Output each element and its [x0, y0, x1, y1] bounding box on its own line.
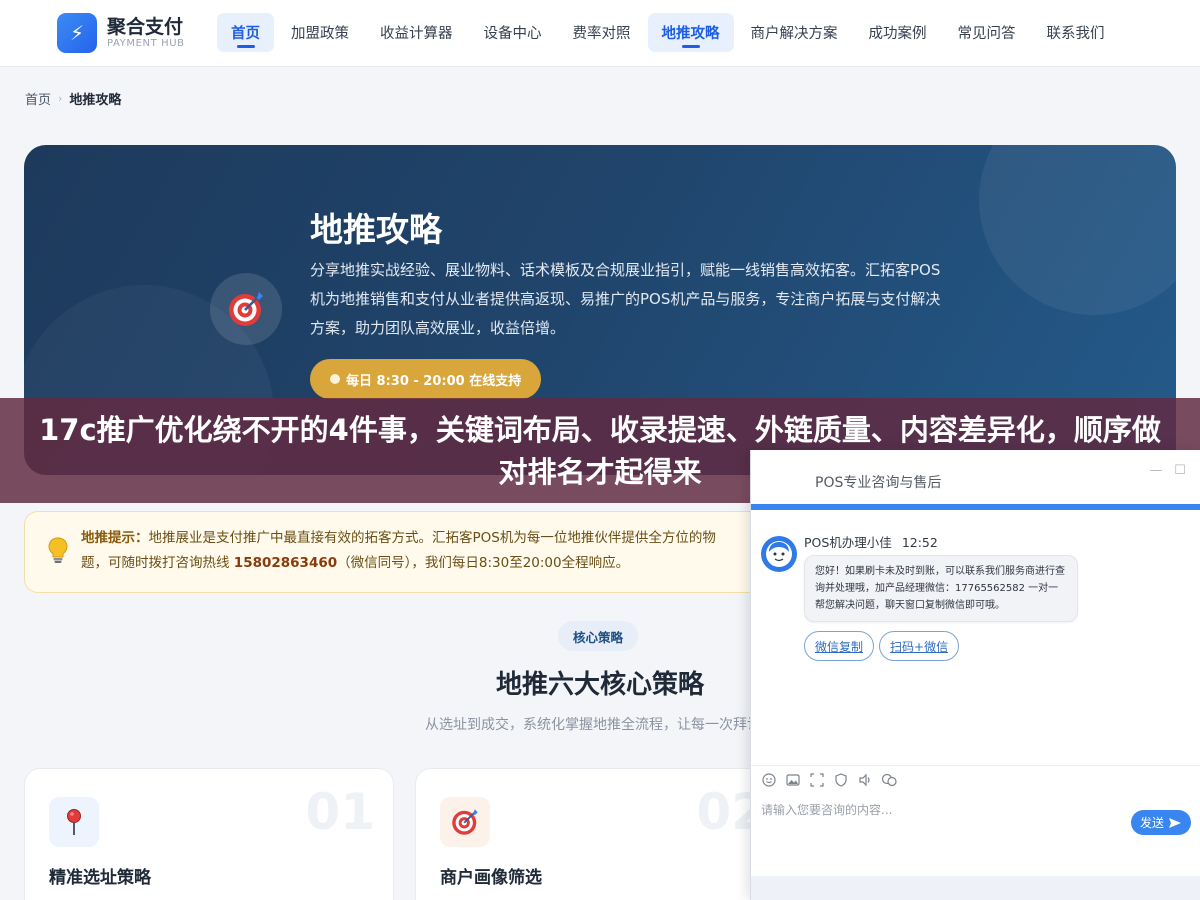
nav-item-franchise[interactable]: 加盟政策 [277, 13, 363, 52]
send-button-label: 发送 [1139, 816, 1164, 830]
agent-avatar [761, 536, 797, 572]
chat-history-icon[interactable] [881, 772, 897, 788]
rating-icon[interactable] [833, 772, 849, 788]
status-dot-icon [330, 374, 340, 384]
card-title: 精准选址策略 [49, 868, 151, 888]
chat-title: POS专业咨询与售后 [815, 475, 942, 491]
scan-add-wechat-button[interactable]: 扫码+微信 [879, 631, 960, 661]
breadcrumb-home[interactable]: 首页 [25, 89, 51, 108]
hero-title: 地推攻略 [310, 210, 442, 249]
pin-icon [49, 797, 99, 847]
nav-item-rates[interactable]: 费率对照 [559, 13, 645, 52]
nav-item-home[interactable]: 首页 [217, 13, 274, 52]
support-hours-badge: 每日 8:30 - 20:00 在线支持 [310, 359, 542, 399]
target-icon [210, 273, 282, 345]
lightning-icon: ⚡ [57, 13, 97, 53]
nav-item-calculator[interactable]: 收益计算器 [366, 13, 467, 52]
site-header: ⚡ 聚合支付 PAYMENT HUB 首页 加盟政策 收益计算器 设备中心 费率… [0, 0, 1200, 67]
card-number: 01 [305, 783, 375, 841]
hotline-phone[interactable]: 15802863460 [234, 555, 337, 571]
logo-title: 聚合支付 [107, 16, 184, 38]
message-time: 12:52 [901, 535, 938, 550]
image-icon[interactable] [785, 772, 801, 788]
copy-wechat-button[interactable]: 微信复制 [804, 631, 875, 661]
nav-item-cases[interactable]: 成功案例 [855, 13, 941, 52]
strategy-card[interactable]: 01 精准选址策略 [24, 768, 394, 900]
breadcrumb-current: 地推攻略 [69, 93, 122, 108]
section-tag: 核心策略 [558, 621, 639, 651]
tip-text-part1: 地推展业是支付推广中最直接有效的拓客方式。汇拓客POS机为每一位地推伙伴提供全方… [148, 530, 716, 546]
hero-description: 分享地推实战经验、展业物料、话术模板及合规展业指引，赋能一线销售高效拓客。汇拓客… [310, 261, 941, 337]
tip-text-part3: （微信同号），我们每日8:30至20:00全程响应。 [337, 555, 630, 571]
target-icon [440, 797, 490, 847]
chat-toolbar [751, 765, 1200, 793]
send-button[interactable]: 发送 [1131, 810, 1191, 835]
chat-footer [751, 876, 1200, 900]
nav-item-solutions[interactable]: 商户解决方案 [737, 13, 852, 52]
logo-subtitle: PAYMENT HUB [107, 38, 185, 49]
chat-message-input[interactable] [761, 800, 1121, 820]
agent-name: POS机办理小佳 12:52 [804, 532, 938, 551]
breadcrumb-separator: › [58, 92, 63, 105]
chat-message: 您好！如果刷卡未及时到账，可以联系我们服务商进行查询并处理哦，加产品经理微信：1… [804, 555, 1078, 622]
emoji-icon[interactable] [761, 772, 777, 788]
chat-header-accent [751, 504, 1200, 510]
lightbulb-icon [47, 536, 69, 568]
tip-text-part2: 题，可随时拨打咨询热线 [81, 555, 234, 571]
card-title: 商户画像筛选 [440, 868, 542, 888]
maximize-button[interactable]: ☐ [1173, 464, 1187, 478]
chat-widget: POS专业咨询与售后 — ☐ POS机办理小佳 12:52 您好！如果刷卡未及时到… [750, 450, 1200, 900]
strategy-card[interactable]: 02 商户画像筛选 [415, 768, 785, 900]
send-icon [1169, 817, 1181, 828]
main-nav: 首页 加盟政策 收益计算器 设备中心 费率对照 地推攻略 商户解决方案 成功案例… [217, 13, 1122, 52]
chat-header: POS专业咨询与售后 — ☐ [751, 450, 1200, 504]
hero-decoration [979, 145, 1176, 315]
logo[interactable]: ⚡ 聚合支付 PAYMENT HUB [57, 13, 185, 53]
breadcrumb: 首页 › 地推攻略 [25, 89, 121, 108]
tip-label: 地推提示： [81, 530, 149, 546]
agent-name-text: POS机办理小佳 [804, 535, 892, 550]
nav-item-contact[interactable]: 联系我们 [1033, 13, 1119, 52]
screenshot-icon[interactable] [809, 772, 825, 788]
voice-icon[interactable] [857, 772, 873, 788]
nav-item-devices[interactable]: 设备中心 [470, 13, 556, 52]
minimize-button[interactable]: — [1149, 464, 1163, 478]
nav-item-ground-promotion[interactable]: 地推攻略 [647, 13, 734, 52]
nav-item-faq[interactable]: 常见问答 [944, 13, 1030, 52]
support-hours-text: 每日 8:30 - 20:00 在线支持 [346, 373, 522, 389]
